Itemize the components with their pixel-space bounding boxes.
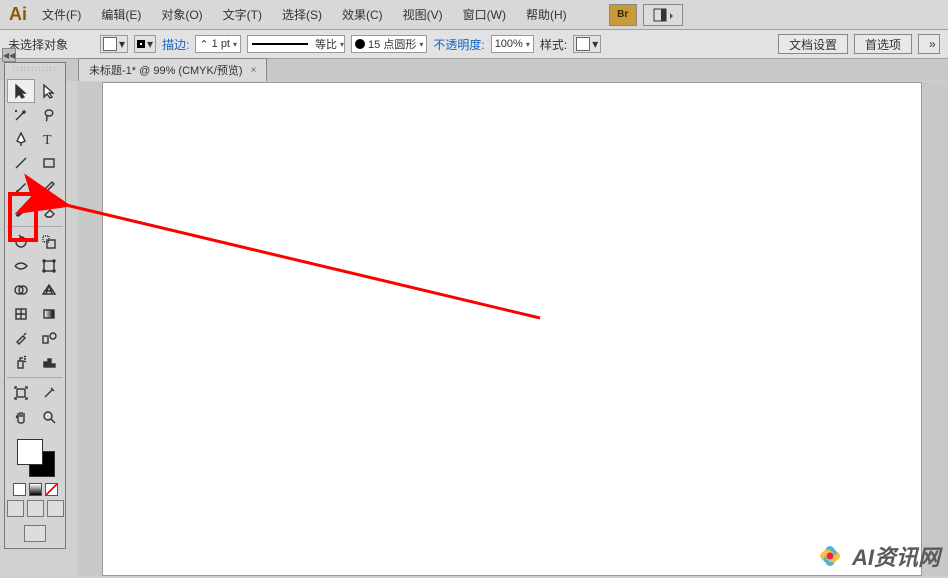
color-mode-row	[5, 483, 65, 496]
artboard-canvas[interactable]	[102, 82, 922, 576]
artboard-tool[interactable]	[7, 381, 35, 405]
gradient-tool[interactable]	[35, 302, 63, 326]
close-tab-icon[interactable]: ×	[251, 65, 257, 76]
menu-file[interactable]: 文件(F)	[34, 3, 89, 26]
brush-definition-combo[interactable]: 15 点圆形▾	[351, 35, 427, 53]
draw-mode-row	[5, 500, 65, 517]
app-logo: Ai	[6, 3, 30, 27]
color-solid[interactable]	[13, 483, 26, 496]
rotate-tool[interactable]	[7, 230, 35, 254]
pen-tool[interactable]	[7, 127, 35, 151]
opacity-label[interactable]: 不透明度:	[433, 36, 484, 53]
perspective-grid-tool[interactable]	[35, 278, 63, 302]
workspace-switcher[interactable]	[643, 4, 683, 26]
lasso-tool[interactable]	[35, 103, 63, 127]
free-transform-tool[interactable]	[35, 254, 63, 278]
symbol-sprayer-tool[interactable]	[7, 350, 35, 374]
type-tool[interactable]: T	[35, 127, 63, 151]
watermark-text: AI资讯网	[852, 540, 940, 572]
document-tab-title: 未标题-1* @ 99% (CMYK/预览)	[89, 62, 243, 78]
fill-swatch[interactable]: ▾	[100, 35, 128, 53]
selection-tool[interactable]	[7, 79, 35, 103]
menu-help[interactable]: 帮助(H)	[518, 3, 575, 26]
panel-grip[interactable]: ::::::::::::	[5, 63, 65, 77]
width-tool[interactable]	[7, 254, 35, 278]
tools-panel: :::::::::::: T	[4, 62, 66, 549]
menu-view[interactable]: 视图(V)	[395, 3, 451, 26]
pencil-tool[interactable]	[35, 175, 63, 199]
document-tab[interactable]: 未标题-1* @ 99% (CMYK/预览) ×	[78, 58, 267, 81]
hand-tool[interactable]	[7, 405, 35, 429]
blend-tool[interactable]	[35, 326, 63, 350]
screen-mode[interactable]	[24, 525, 46, 542]
graphic-style-combo[interactable]: ▾	[573, 35, 601, 53]
draw-behind[interactable]	[27, 500, 44, 517]
menu-window[interactable]: 窗口(W)	[455, 3, 514, 26]
eyedropper-tool[interactable]	[7, 326, 35, 350]
rectangle-tool[interactable]	[35, 151, 63, 175]
fill-indicator[interactable]	[17, 439, 43, 465]
watermark-badge: AI资讯网	[814, 540, 940, 572]
scale-tool[interactable]	[35, 230, 63, 254]
flower-icon	[814, 540, 846, 572]
paintbrush-tool[interactable]	[7, 175, 35, 199]
style-label: 样式:	[540, 36, 567, 53]
document-workspace[interactable]	[78, 82, 948, 576]
mesh-tool[interactable]	[7, 302, 35, 326]
color-gradient[interactable]	[29, 483, 42, 496]
column-graph-tool[interactable]	[35, 350, 63, 374]
stroke-label[interactable]: 描边:	[162, 36, 189, 53]
menu-bar: Ai 文件(F) 编辑(E) 对象(O) 文字(T) 选择(S) 效果(C) 视…	[0, 0, 948, 30]
color-none[interactable]	[45, 483, 58, 496]
variable-profile-combo[interactable]: 等比▾	[247, 35, 345, 53]
eraser-tool[interactable]	[35, 199, 63, 223]
stroke-swatch[interactable]: ▾	[134, 35, 156, 53]
magic-wand-tool[interactable]	[7, 103, 35, 127]
stroke-weight-combo[interactable]: ⌃1 pt▾	[195, 35, 241, 53]
menu-type[interactable]: 文字(T)	[215, 3, 270, 26]
opacity-combo[interactable]: 100%▾	[491, 35, 534, 53]
draw-inside[interactable]	[47, 500, 64, 517]
draw-normal[interactable]	[7, 500, 24, 517]
shape-builder-tool[interactable]	[7, 278, 35, 302]
selection-status: 未选择对象	[8, 36, 68, 53]
layout-icon	[653, 8, 673, 22]
blob-brush-tool[interactable]	[7, 199, 35, 223]
svg-text:T: T	[43, 133, 52, 147]
preferences-button[interactable]: 首选项	[854, 34, 912, 54]
slice-tool[interactable]	[35, 381, 63, 405]
line-tool[interactable]	[7, 151, 35, 175]
zoom-tool[interactable]	[35, 405, 63, 429]
tools-collapse-toggle[interactable]: ◀◀	[2, 48, 16, 62]
fill-stroke-control[interactable]	[15, 437, 55, 477]
bridge-button[interactable]: Br	[609, 4, 637, 26]
menu-effect[interactable]: 效果(C)	[334, 3, 391, 26]
control-bar: 未选择对象 ▾ ▾ 描边: ⌃1 pt▾ 等比▾ 15 点圆形▾ 不透明度: 1…	[0, 30, 948, 59]
document-tab-strip: 未标题-1* @ 99% (CMYK/预览) ×	[0, 59, 948, 81]
menu-edit[interactable]: 编辑(E)	[93, 3, 149, 26]
document-setup-button[interactable]: 文档设置	[778, 34, 848, 54]
menu-object[interactable]: 对象(O)	[153, 3, 210, 26]
control-overflow-button[interactable]: »	[918, 34, 940, 54]
menu-select[interactable]: 选择(S)	[274, 3, 330, 26]
direct-selection-tool[interactable]	[35, 79, 63, 103]
